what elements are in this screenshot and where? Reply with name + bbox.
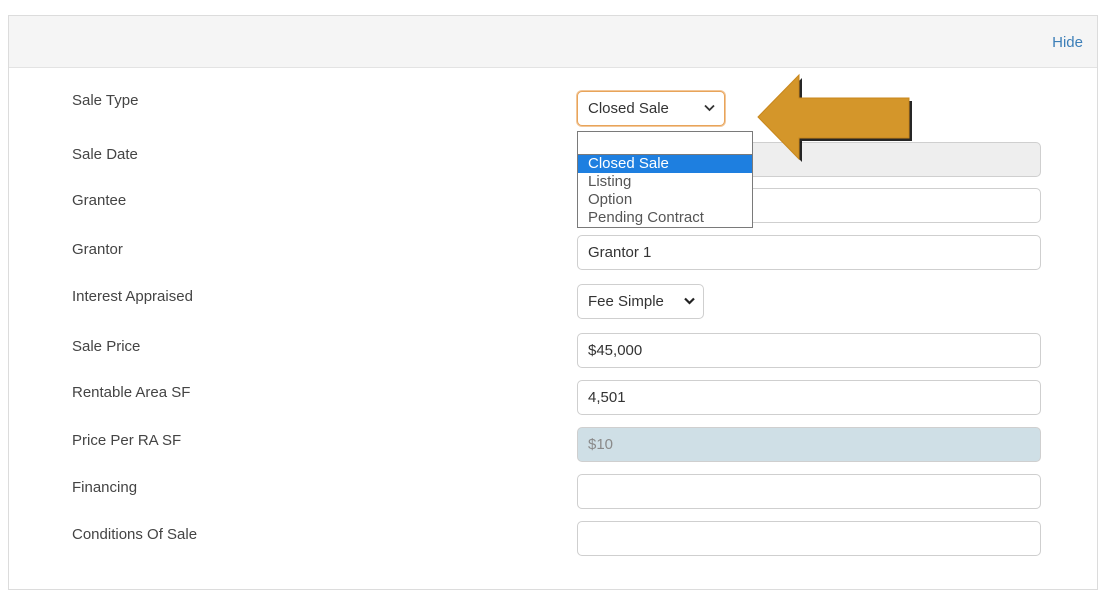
grantor-field[interactable]: Grantor 1 <box>577 235 1041 270</box>
hide-link[interactable]: Hide <box>1052 34 1083 51</box>
label-sale-type: Sale Type <box>72 92 139 109</box>
chevron-down-icon <box>684 285 695 318</box>
dropdown-option-listing[interactable]: Listing <box>578 173 752 191</box>
label-sale-price: Sale Price <box>72 338 141 355</box>
sale-type-dropdown: Closed Sale Listing Option Pending Contr… <box>577 131 753 228</box>
label-grantee: Grantee <box>72 192 127 209</box>
price-per-ra-field: $10 <box>577 427 1041 462</box>
label-sale-date: Sale Date <box>72 146 138 163</box>
conditions-of-sale-field[interactable] <box>577 521 1041 556</box>
sale-info-panel: Hide Sale Type Sale Date Grantee Grantor… <box>8 15 1098 590</box>
label-rentable-area: Rentable Area SF <box>72 384 191 401</box>
dropdown-option-closed-sale[interactable]: Closed Sale <box>578 155 752 173</box>
sale-type-select[interactable]: Closed Sale <box>577 91 725 126</box>
dropdown-option-pending-contract[interactable]: Pending Contract <box>578 209 752 227</box>
label-price-per-ra: Price Per RA SF <box>72 432 182 449</box>
label-interest-appraised: Interest Appraised <box>72 288 193 305</box>
interest-appraised-value: Fee Simple <box>588 293 664 310</box>
financing-field[interactable] <box>577 474 1041 509</box>
chevron-down-icon <box>704 92 715 125</box>
panel-header: Hide <box>9 16 1097 68</box>
dropdown-option-option[interactable]: Option <box>578 191 752 209</box>
label-conditions-of-sale: Conditions Of Sale <box>72 526 198 543</box>
arrow-left-icon <box>757 73 912 162</box>
interest-appraised-select[interactable]: Fee Simple <box>577 284 704 319</box>
rentable-area-field[interactable]: 4,501 <box>577 380 1041 415</box>
dropdown-option-blank[interactable] <box>578 132 752 155</box>
label-grantor: Grantor <box>72 241 123 258</box>
label-financing: Financing <box>72 479 138 496</box>
sale-price-field[interactable]: $45,000 <box>577 333 1041 368</box>
sale-type-value: Closed Sale <box>588 100 669 117</box>
